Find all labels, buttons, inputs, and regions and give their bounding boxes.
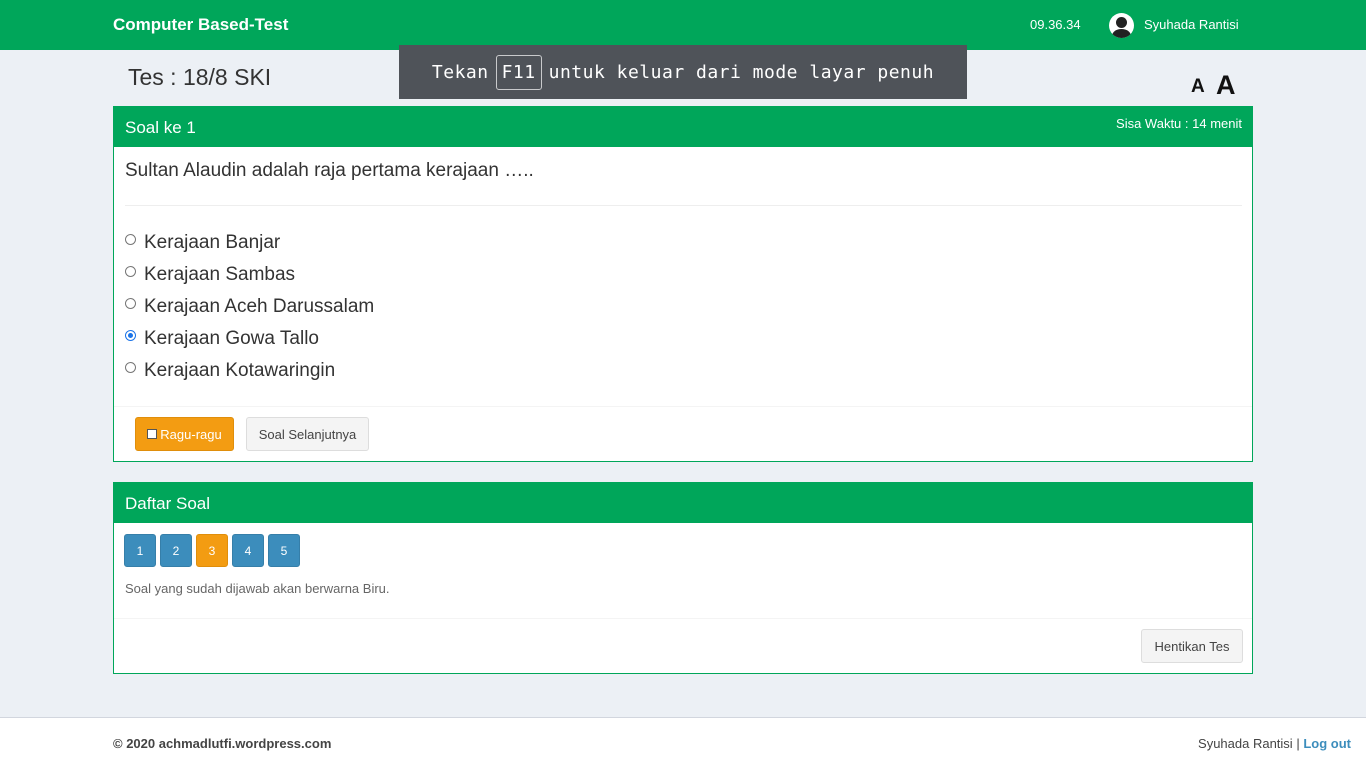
question-footer-divider [114,406,1252,407]
answer-option[interactable]: Kerajaan Sambas [125,259,374,291]
option-radio-selected[interactable] [125,329,136,341]
question-list-title: Daftar Soal [125,494,211,513]
doubt-checkbox[interactable] [147,429,158,439]
option-radio[interactable] [125,265,136,277]
doubt-button[interactable]: Ragu-ragu [135,417,234,451]
next-question-button[interactable]: Soal Selanjutnya [246,417,369,451]
banner-text-after: untuk keluar dari mode layar penuh [548,61,935,83]
question-text: Sultan Alaudin adalah raja pertama keraj… [125,160,534,181]
font-size-small-button[interactable]: A [1191,76,1205,98]
doubt-button-label: Ragu-ragu [160,426,222,442]
option-radio[interactable] [125,361,136,373]
answer-option[interactable]: Kerajaan Gowa Tallo [125,323,374,355]
option-label: Kerajaan Banjar [144,232,281,253]
answer-option[interactable]: Kerajaan Banjar [125,227,374,259]
f11-key: F11 [495,54,542,90]
option-label: Kerajaan Aceh Darussalam [144,296,375,317]
answer-option[interactable]: Kerajaan Aceh Darussalam [125,291,374,323]
question-number-button[interactable]: 1 [124,534,156,567]
question-number-grid: 1 2 3 4 5 [124,534,300,567]
app-brand[interactable]: Computer Based-Test [113,15,288,35]
question-divider [125,205,1242,206]
font-size-large-button[interactable]: A [1216,70,1236,101]
option-label: Kerajaan Kotawaringin [144,360,336,381]
avatar-head [1116,17,1127,28]
question-list-divider [114,618,1252,619]
question-number-title: Soal ke 1 [125,118,196,137]
question-panel-header: Soal ke 1 Sisa Waktu : 14 menit [114,107,1252,147]
logout-link[interactable]: Log out [1303,736,1351,751]
copyright-text: © 2020 achmadlutfi.wordpress.com [113,736,332,751]
question-list-panel: Daftar Soal 1 2 3 4 5 Soal yang sudah di… [113,482,1253,674]
navbar-username[interactable]: Syuhada Rantisi [1144,17,1239,32]
test-title: Tes : 18/8 SKI [128,64,272,90]
option-label: Kerajaan Gowa Tallo [144,328,319,349]
answered-hint: Soal yang sudah dijawab akan berwarna Bi… [125,581,390,596]
fullscreen-exit-banner: Tekan F11 untuk keluar dari mode layar p… [399,45,967,99]
option-label: Kerajaan Sambas [144,264,296,285]
page-footer: © 2020 achmadlutfi.wordpress.com Syuhada… [0,717,1366,769]
remaining-time: Sisa Waktu : 14 menit [1116,116,1242,131]
footer-separator: | [1296,736,1300,751]
question-panel: Soal ke 1 Sisa Waktu : 14 menit Sultan A… [113,106,1253,462]
question-list-header: Daftar Soal [114,483,1252,523]
option-radio[interactable] [125,233,136,245]
avatar-body [1112,29,1131,38]
answer-options: Kerajaan Banjar Kerajaan Sambas Kerajaan… [125,227,374,387]
footer-username: Syuhada Rantisi [1198,736,1293,751]
clock-display: 09.36.34 [1030,17,1081,32]
option-radio[interactable] [125,297,136,309]
question-number-button[interactable]: 3 [196,534,228,567]
question-number-button[interactable]: 4 [232,534,264,567]
banner-text-before: Tekan [431,61,489,83]
user-avatar-icon[interactable] [1109,13,1134,38]
stop-test-button[interactable]: Hentikan Tes [1141,629,1243,663]
question-number-button[interactable]: 5 [268,534,300,567]
question-number-button[interactable]: 2 [160,534,192,567]
top-navbar: Computer Based-Test 09.36.34 Syuhada Ran… [0,0,1366,50]
footer-user-info: Syuhada Rantisi | Log out [1198,736,1351,751]
answer-option[interactable]: Kerajaan Kotawaringin [125,355,374,387]
